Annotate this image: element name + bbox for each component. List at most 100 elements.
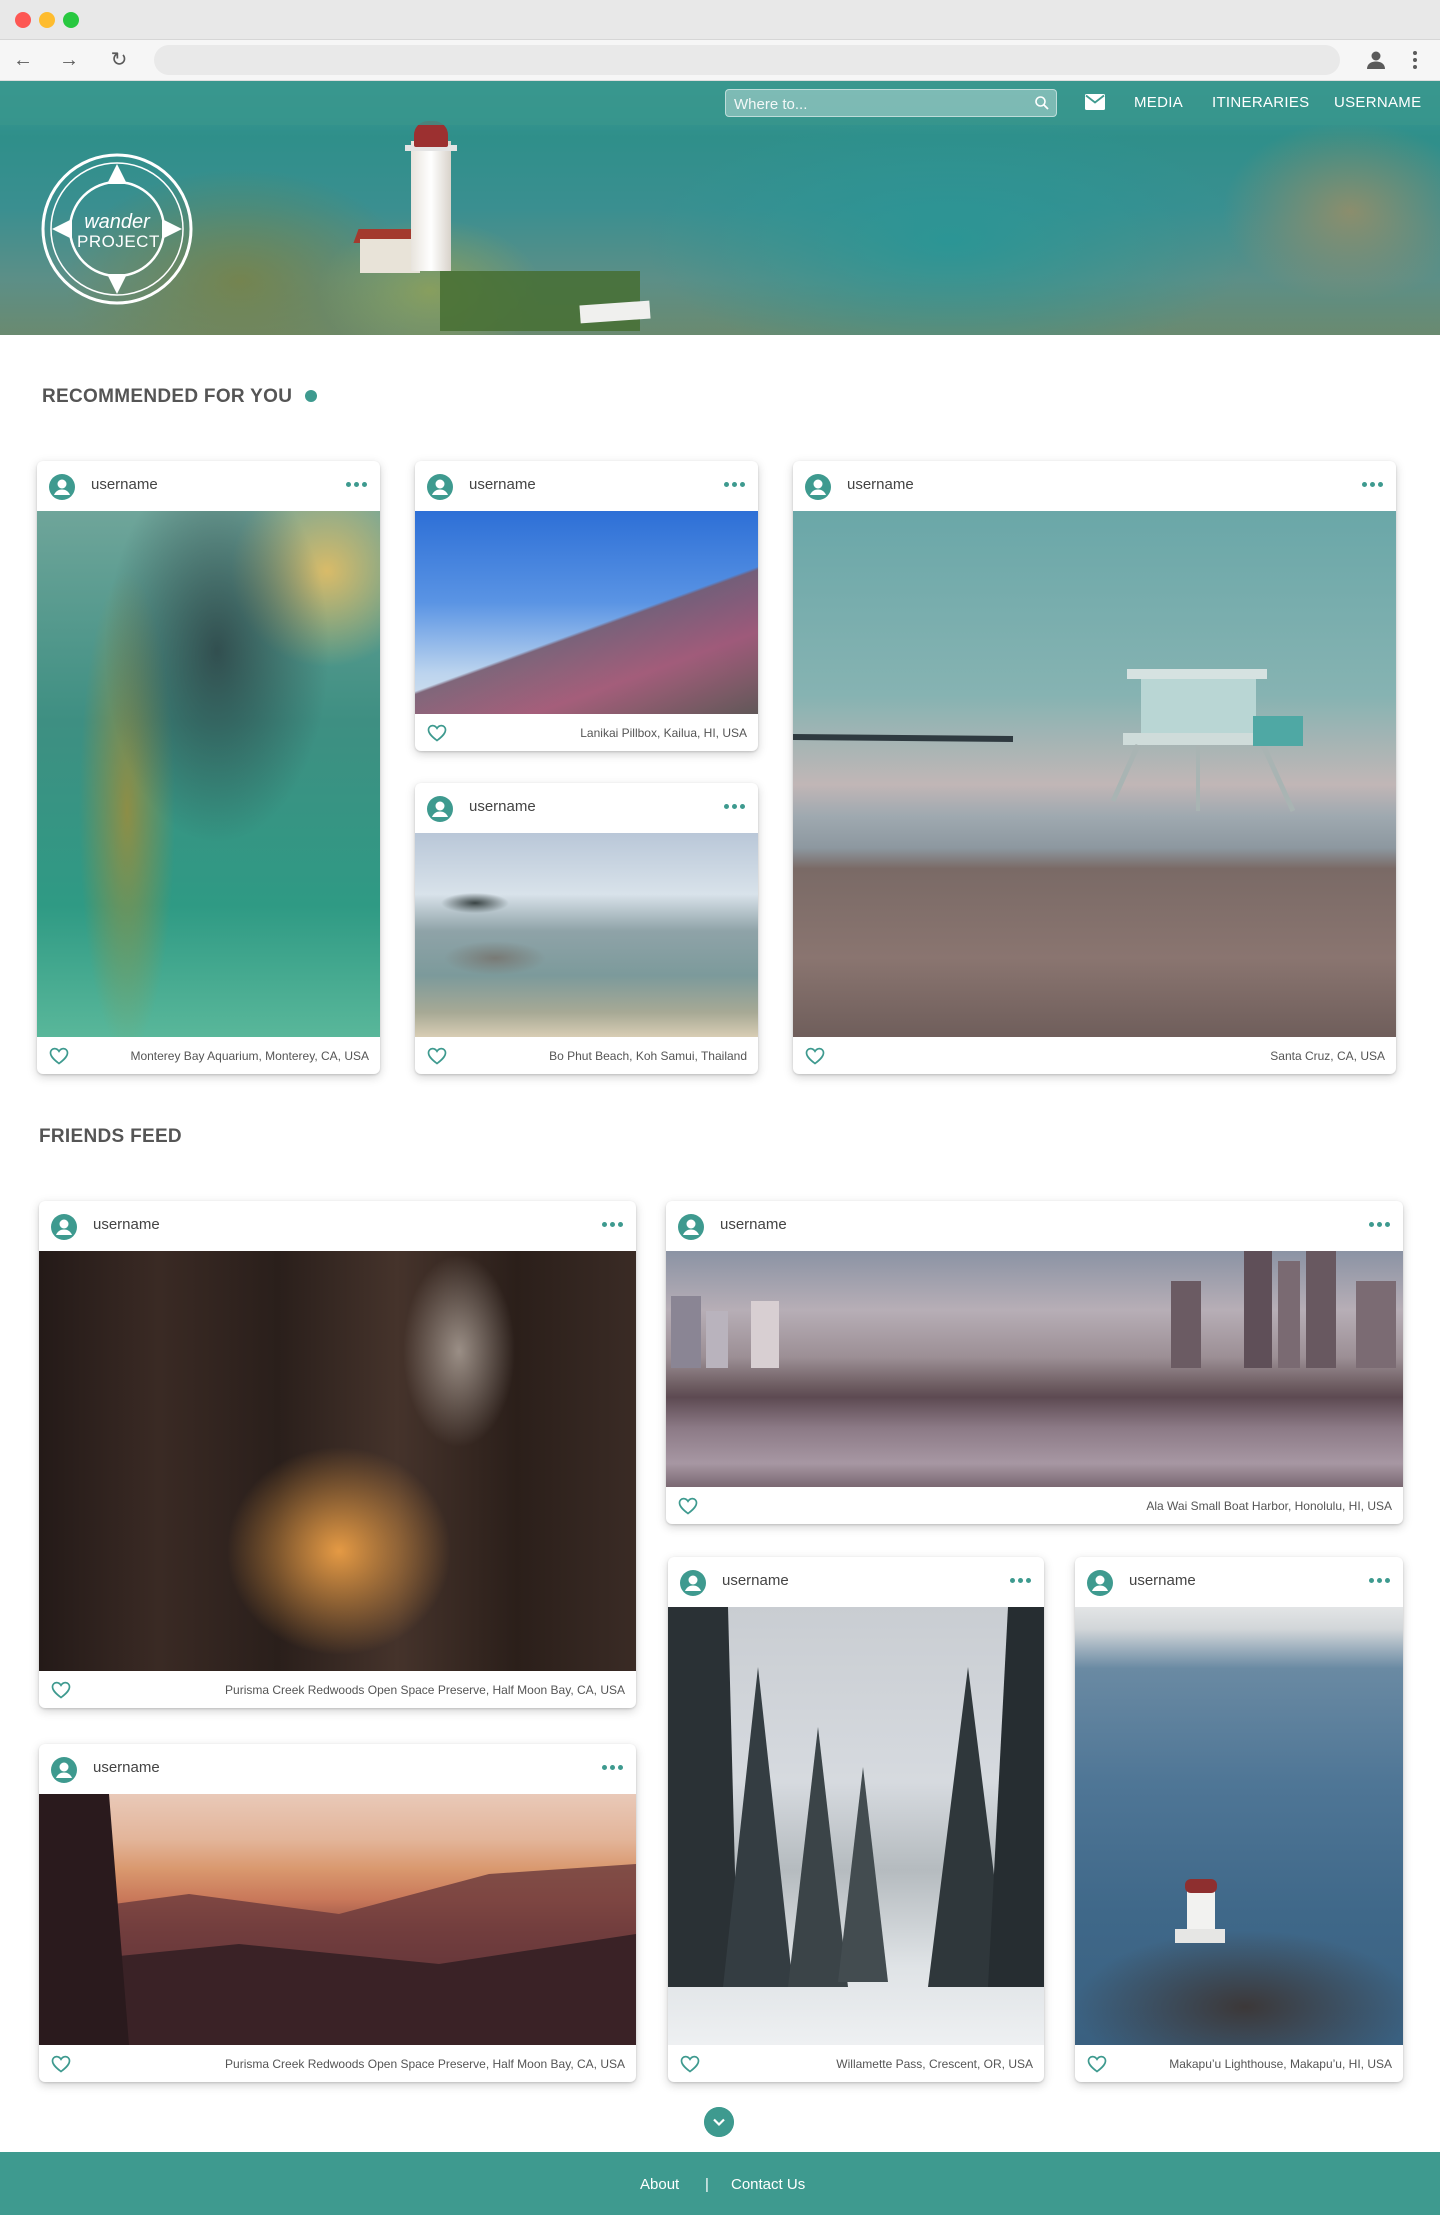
makapuu-lighthouse-photo[interactable] [1075, 1607, 1403, 2045]
kebab-menu-icon[interactable] [1403, 48, 1427, 72]
user-avatar-icon[interactable] [1087, 1570, 1113, 1596]
more-options-icon[interactable] [724, 801, 746, 811]
more-options-icon[interactable] [1369, 1575, 1391, 1585]
heart-icon[interactable] [805, 1047, 825, 1065]
recommended-card[interactable]: username Santa Cruz, CA, USA [793, 461, 1396, 1074]
beach-boat-photo[interactable] [415, 833, 758, 1037]
username-label[interactable]: username [720, 1216, 787, 1233]
heart-icon[interactable] [51, 2055, 71, 2073]
more-options-icon[interactable] [602, 1762, 624, 1772]
browser-titlebar [0, 0, 1440, 40]
more-options-icon[interactable] [602, 1219, 624, 1229]
user-avatar-icon[interactable] [427, 474, 453, 500]
location-label[interactable]: Bo Phut Beach, Koh Samui, Thailand [549, 1049, 747, 1063]
aquarium-photo[interactable] [37, 511, 380, 1037]
location-label[interactable]: Lanikai Pillbox, Kailua, HI, USA [580, 726, 747, 740]
snowy-forest-photo[interactable] [668, 1607, 1044, 2045]
recommended-card[interactable]: username Lanikai Pillbox, Kailua, HI, US… [415, 461, 758, 751]
pillbox-photo[interactable] [415, 511, 758, 714]
info-icon[interactable] [305, 390, 317, 402]
sunset-ridge-photo[interactable] [39, 1794, 636, 2045]
user-avatar-icon[interactable] [805, 474, 831, 500]
location-label[interactable]: Purisma Creek Redwoods Open Space Preser… [225, 1683, 625, 1697]
heart-icon[interactable] [680, 2055, 700, 2073]
hero-lighthouse [411, 141, 451, 271]
chevron-down-icon[interactable] [704, 2107, 734, 2137]
nav-username-link[interactable]: USERNAME [1334, 94, 1421, 111]
heart-icon[interactable] [427, 724, 447, 742]
username-label[interactable]: username [469, 798, 536, 815]
username-label[interactable]: username [722, 1572, 789, 1589]
heart-icon[interactable] [678, 1497, 698, 1515]
logo-wordmark-top: wander [84, 211, 150, 233]
card-footer: Willamette Pass, Crescent, OR, USA [668, 2045, 1044, 2082]
card-footer: Santa Cruz, CA, USA [793, 1037, 1396, 1074]
location-label[interactable]: Santa Cruz, CA, USA [1270, 1049, 1385, 1063]
user-avatar-icon[interactable] [51, 1757, 77, 1783]
card-footer: Monterey Bay Aquarium, Monterey, CA, USA [37, 1037, 380, 1074]
contact-us-link[interactable]: Contact Us [731, 2176, 805, 2193]
nav-media-link[interactable]: MEDIA [1134, 94, 1183, 111]
friends-feed-card[interactable]: username Purisma Creek Redwoods Open Spa… [39, 1201, 636, 1708]
harbor-photo[interactable] [666, 1251, 1403, 1487]
nav-itineraries-link[interactable]: ITINERARIES [1212, 94, 1309, 111]
more-options-icon[interactable] [1369, 1219, 1391, 1229]
recommended-card[interactable]: username Monterey Bay Aquarium, Monterey… [37, 461, 380, 1074]
friends-feed-card[interactable]: username Makapu’u Lighthouse, Makapu’u, … [1075, 1557, 1403, 2082]
recommended-card[interactable]: username Bo Phut Beach, Koh Samui, Thail… [415, 783, 758, 1074]
more-options-icon[interactable] [724, 479, 746, 489]
location-label[interactable]: Purisma Creek Redwoods Open Space Preser… [225, 2057, 625, 2071]
username-label[interactable]: username [1129, 1572, 1196, 1589]
heart-icon[interactable] [1087, 2055, 1107, 2073]
search-box[interactable] [725, 89, 1057, 117]
username-label[interactable]: username [847, 476, 914, 493]
user-avatar-icon[interactable] [427, 796, 453, 822]
heart-icon[interactable] [427, 1047, 447, 1065]
back-arrow-icon[interactable]: ← [11, 48, 35, 72]
location-label[interactable]: Willamette Pass, Crescent, OR, USA [836, 2057, 1033, 2071]
snowy-trees-drawing [668, 1607, 1044, 1987]
search-input[interactable] [734, 92, 1024, 116]
friends-feed-card[interactable]: username Purisma Creek Redwoods Open Spa… [39, 1744, 636, 2082]
reload-icon[interactable]: ↻ [107, 48, 131, 72]
username-label[interactable]: username [93, 1759, 160, 1776]
card-header: username [415, 461, 758, 511]
redwoods-forest-photo[interactable] [39, 1251, 636, 1671]
location-label[interactable]: Makapu’u Lighthouse, Makapu’u, HI, USA [1169, 2057, 1392, 2071]
mail-icon[interactable] [1085, 94, 1105, 110]
user-avatar-icon[interactable] [49, 474, 75, 500]
card-footer: Purisma Creek Redwoods Open Space Preser… [39, 1671, 636, 1708]
top-nav: MEDIA ITINERARIES USERNAME [0, 81, 1440, 125]
friends-feed-card[interactable]: username Ala Wai Small Boat Harbor, Hono… [666, 1201, 1403, 1524]
more-options-icon[interactable] [346, 479, 368, 489]
card-header: username [793, 461, 1396, 511]
card-header: username [668, 1557, 1044, 1607]
lifeguard-tower-photo[interactable] [793, 511, 1396, 1037]
heart-icon[interactable] [49, 1047, 69, 1065]
user-avatar-icon[interactable] [680, 1570, 706, 1596]
close-window-button[interactable] [15, 12, 31, 28]
profile-icon[interactable] [1364, 48, 1388, 72]
footer-separator: | [705, 2176, 709, 2193]
username-label[interactable]: username [91, 476, 158, 493]
minimize-window-button[interactable] [39, 12, 55, 28]
forward-arrow-icon[interactable]: → [57, 48, 81, 72]
friends-feed-card[interactable]: username Willamette Pass, Crescent, OR, … [668, 1557, 1044, 2082]
username-label[interactable]: username [93, 1216, 160, 1233]
user-avatar-icon[interactable] [51, 1214, 77, 1240]
more-options-icon[interactable] [1362, 479, 1384, 489]
card-footer: Ala Wai Small Boat Harbor, Honolulu, HI,… [666, 1487, 1403, 1524]
location-label[interactable]: Monterey Bay Aquarium, Monterey, CA, USA [130, 1049, 369, 1063]
friends-feed-heading: FRIENDS FEED [39, 1126, 182, 1147]
more-options-icon[interactable] [1010, 1575, 1032, 1585]
username-label[interactable]: username [469, 476, 536, 493]
location-label[interactable]: Ala Wai Small Boat Harbor, Honolulu, HI,… [1146, 1499, 1392, 1513]
heart-icon[interactable] [51, 1681, 71, 1699]
search-icon[interactable] [1034, 95, 1050, 111]
maximize-window-button[interactable] [63, 12, 79, 28]
address-bar[interactable] [154, 45, 1340, 75]
card-footer: Makapu’u Lighthouse, Makapu’u, HI, USA [1075, 2045, 1403, 2082]
card-header: username [39, 1744, 636, 1794]
user-avatar-icon[interactable] [678, 1214, 704, 1240]
about-link[interactable]: About [640, 2176, 679, 2193]
